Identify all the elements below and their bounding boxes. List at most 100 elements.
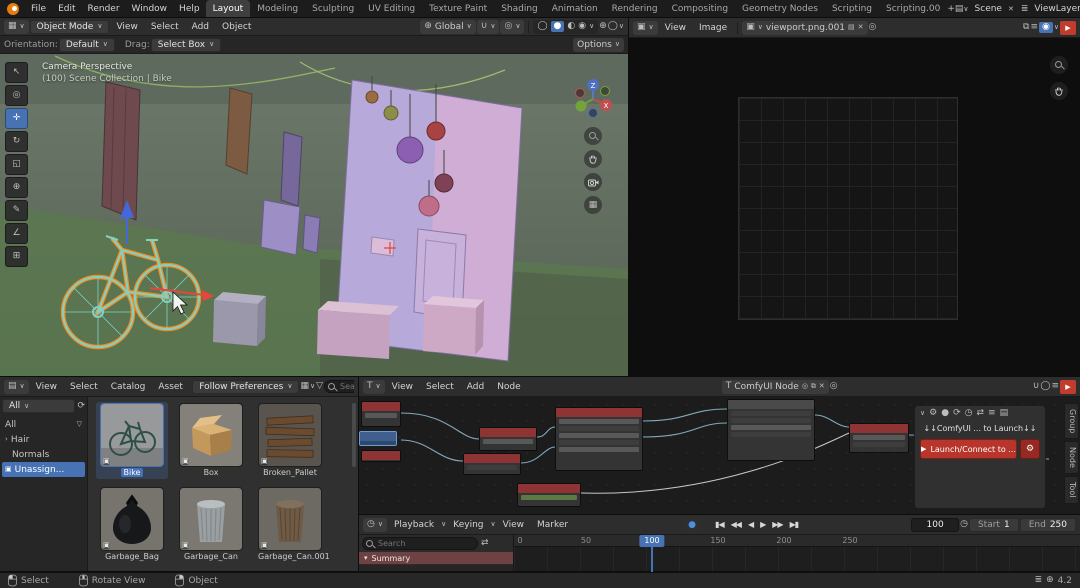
wireframe-shading-icon[interactable]: ◯ [537, 22, 547, 31]
solid-shading-icon[interactable]: ● [551, 21, 565, 32]
node[interactable] [361, 401, 401, 427]
snapping-button[interactable]: ∪ ∨ [477, 20, 500, 34]
tool-move-button[interactable]: ✛ [5, 108, 28, 129]
menu-view[interactable]: View [659, 22, 692, 34]
show-gizmo-icon[interactable]: ⊕ [599, 22, 607, 31]
asset-item[interactable]: ▣ Broken_Pallet [254, 402, 326, 479]
drag-dropdown[interactable]: Select Box ∨ [151, 38, 221, 52]
tool-select-box-button[interactable]: ↖ [5, 62, 28, 83]
launch-settings-button[interactable]: ⚙ [1020, 439, 1040, 459]
overlays-icon[interactable]: ◯ [1040, 382, 1050, 391]
camera-view-button[interactable] [584, 173, 602, 191]
menu-select[interactable]: Select [145, 21, 185, 33]
overlays-icon[interactable]: ◯ [608, 22, 618, 31]
material-shading-icon[interactable]: ◐ [567, 22, 575, 31]
scrollbar[interactable] [352, 403, 356, 467]
catalog-item[interactable]: Normals [2, 447, 85, 462]
unlink-image-icon[interactable]: ✕ [858, 24, 864, 31]
playhead-frame-label[interactable]: 100 [639, 535, 664, 547]
gear-icon[interactable]: ⚙ [929, 409, 937, 418]
collapse-icon[interactable]: ∨ [920, 410, 925, 417]
clock-icon[interactable]: ◷ [965, 409, 973, 418]
channel-search-input[interactable] [362, 537, 478, 550]
pan-button[interactable] [584, 150, 602, 168]
comfy-launch-shortcut-button[interactable]: ▶ [1060, 21, 1076, 35]
node[interactable] [479, 427, 537, 451]
menu-view[interactable]: View [30, 381, 63, 393]
menu-view[interactable]: View [497, 519, 530, 531]
proportional-editing-button[interactable]: ◎ ∨ [500, 20, 524, 34]
display-mode-icon[interactable]: ▦ [300, 382, 309, 391]
play-reverse-button[interactable]: ◀ [745, 520, 756, 529]
workspace-tab[interactable]: Rendering [605, 0, 665, 18]
menu-marker[interactable]: Marker [531, 519, 574, 531]
menu-keying[interactable]: Keying [447, 519, 489, 531]
orientation-dropdown[interactable]: Default ∨ [59, 38, 115, 52]
sidebar-tab-node[interactable]: Node [1064, 441, 1079, 474]
tool-rotate-button[interactable]: ↻ [5, 131, 28, 152]
catalog-item[interactable]: › Hair [2, 432, 85, 447]
asset-item[interactable]: ▣ Box [175, 402, 247, 479]
sidebar-tab-group[interactable]: Group [1064, 403, 1079, 439]
menu-image[interactable]: Image [693, 22, 733, 34]
snap-magnet-icon[interactable]: ∪ [1033, 382, 1040, 391]
asset-item[interactable]: ▣ Bike [96, 402, 168, 479]
use-preview-range-icon[interactable]: ◷ [960, 520, 968, 529]
menu-add[interactable]: Add [186, 21, 215, 33]
catalog-item[interactable]: All ▽ [2, 417, 85, 432]
menu-select[interactable]: Select [64, 381, 104, 393]
current-frame-field[interactable]: 100 [911, 518, 959, 532]
frame-end-field[interactable]: End 250 [1020, 518, 1076, 532]
open-image-icon[interactable]: ▤ [848, 24, 855, 31]
workspace-tab[interactable]: Geometry Nodes [735, 0, 825, 18]
tool-cursor-button[interactable]: ◎ [5, 85, 28, 106]
menu-object[interactable]: Object [216, 21, 257, 33]
orthographic-toggle-button[interactable]: ▦ [584, 196, 602, 214]
workspace-tab[interactable]: Scripting.00 [879, 0, 947, 18]
zoom-button[interactable] [1050, 56, 1068, 74]
menu-playback[interactable]: Playback [388, 519, 440, 531]
filter-swap-icon[interactable]: ⇄ [481, 539, 489, 548]
launch-connect-button[interactable]: ▶ Launch/Connect to ... [920, 439, 1017, 459]
workspace-tab[interactable]: Compositing [665, 0, 735, 18]
menu-help[interactable]: Help [173, 3, 206, 15]
editor-type-button[interactable]: T ∨ [363, 380, 385, 394]
tool-transform-button[interactable]: ⊕ [5, 177, 28, 198]
swap-icon[interactable]: ⇄ [976, 409, 984, 418]
scene-name[interactable]: Scene [969, 3, 1008, 15]
add-workspace-button[interactable]: + [947, 5, 955, 14]
workspace-tab[interactable]: Layout [206, 0, 251, 18]
tool-add-primitive-button[interactable]: ⊞ [5, 246, 28, 267]
jump-to-start-button[interactable]: ▮◀ [712, 520, 727, 529]
transform-orientation-dropdown[interactable]: ⊕ Global ∨ [420, 20, 475, 34]
unlink-icon[interactable]: ✕ [819, 383, 825, 390]
library-dropdown[interactable]: Follow Preferences ∨ [192, 380, 299, 394]
asset-item[interactable]: ▣ Garbage_Can [175, 486, 247, 563]
menu-node[interactable]: Node [491, 381, 527, 393]
image-canvas[interactable] [629, 38, 1080, 376]
viewport-canvas[interactable]: Camera Perspective (100) Scene Collectio… [0, 54, 628, 376]
editor-type-button[interactable]: ▦ ∨ [4, 20, 29, 34]
navigation-gizmo[interactable]: Z X [570, 76, 616, 122]
workspace-tab[interactable]: UV Editing [361, 0, 422, 18]
scene-browse-chevron-icon[interactable]: ∨ [963, 6, 968, 13]
refresh-library-icon[interactable]: ⟳ [77, 402, 85, 411]
fake-user-icon[interactable]: ◎ [802, 383, 808, 390]
node-tree-datablock[interactable]: T ComfyUI Node ◎ ⧉ ✕ [722, 380, 829, 394]
node[interactable] [727, 399, 815, 461]
resources-icon[interactable]: ≣ [1035, 576, 1043, 585]
workspace-tab[interactable]: Sculpting [305, 0, 361, 18]
blender-logo-icon[interactable] [7, 3, 19, 15]
scene-unlink-icon[interactable]: ✕ [1008, 6, 1014, 13]
mode-dropdown[interactable]: Object Mode ∨ [30, 20, 110, 34]
menu-render[interactable]: Render [82, 3, 126, 15]
workspace-tab[interactable]: Texture Paint [422, 0, 494, 18]
queue-icon[interactable]: ≡ [988, 409, 996, 418]
zoom-button[interactable] [584, 127, 602, 145]
node[interactable] [849, 423, 909, 453]
editor-menu-icon[interactable]: ≡ [1051, 382, 1059, 391]
chevron-down-icon[interactable]: ∨ [1054, 24, 1059, 31]
jump-to-end-button[interactable]: ▶▮ [787, 520, 802, 529]
editor-type-button[interactable]: ▣ ∨ [633, 21, 658, 35]
editor-type-button[interactable]: ▤ ∨ [4, 380, 29, 394]
